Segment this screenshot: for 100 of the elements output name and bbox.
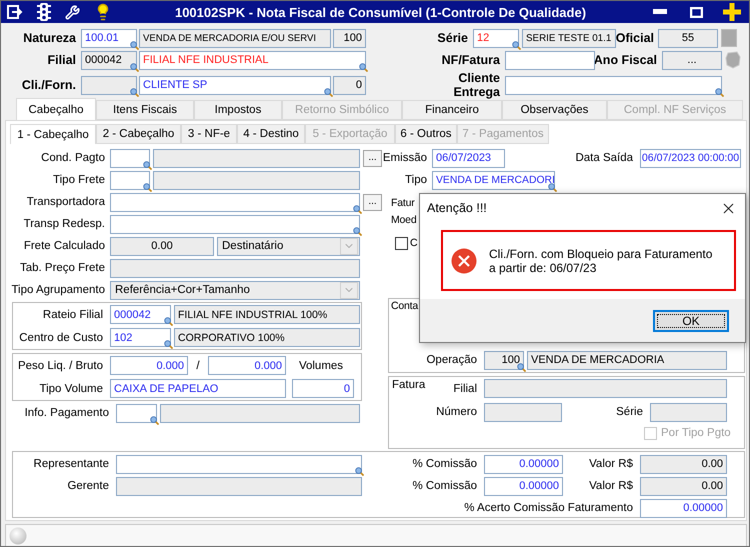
text-field[interactable]: VENDA DE MERCADORI bbox=[432, 170, 555, 190]
magnifier-icon[interactable] bbox=[355, 466, 364, 476]
text-field[interactable] bbox=[110, 258, 360, 278]
magnifier-icon[interactable] bbox=[143, 182, 152, 192]
text-field[interactable]: 0.00 bbox=[110, 236, 214, 256]
text-field[interactable]: CAIXA DE PAPELAO bbox=[110, 379, 286, 398]
field-label: Moed bbox=[391, 214, 416, 226]
text-field[interactable]: CLIENTE SP bbox=[139, 76, 331, 94]
magnifier-icon[interactable] bbox=[353, 204, 362, 214]
field-label: Representante bbox=[34, 458, 109, 470]
magnifier-icon[interactable] bbox=[130, 40, 139, 50]
tab[interactable]: Financeiro bbox=[402, 100, 502, 120]
text-field[interactable]: 0.00 bbox=[640, 476, 727, 496]
magnifier-icon[interactable] bbox=[130, 88, 139, 96]
group-title: Fatura bbox=[392, 379, 426, 391]
text-field[interactable] bbox=[110, 192, 360, 212]
field-label: % Comissão bbox=[412, 480, 477, 492]
field-label: Tipo Volume bbox=[40, 382, 103, 394]
text-field[interactable] bbox=[153, 170, 360, 190]
tab[interactable]: Itens Fiscais bbox=[96, 100, 194, 120]
text-field[interactable]: 000042 bbox=[110, 305, 171, 324]
checkbox[interactable] bbox=[395, 236, 408, 250]
text-field[interactable] bbox=[153, 148, 360, 168]
magnifier-icon[interactable] bbox=[512, 40, 521, 50]
text-field[interactable] bbox=[484, 379, 727, 398]
text-field[interactable]: 100 bbox=[333, 28, 366, 48]
text-field[interactable] bbox=[110, 170, 150, 190]
window-title: 100102SPK - Nota Fiscal de Consumível (1-Controle De Qualidade) bbox=[174, 4, 588, 20]
field-label: % Acerto Comissão Faturamento bbox=[464, 502, 633, 514]
text-field[interactable] bbox=[110, 214, 360, 234]
text-field[interactable] bbox=[116, 454, 362, 474]
text-field[interactable]: 0.000 bbox=[110, 356, 188, 375]
text-field[interactable]: FILIAL NFE INDUSTRIAL bbox=[139, 50, 366, 70]
field-label: / bbox=[196, 360, 200, 372]
text-field[interactable]: 0.000 bbox=[208, 356, 286, 375]
field-label: Ano Fiscal bbox=[594, 53, 657, 67]
box-arrow-icon[interactable] bbox=[7, 4, 23, 20]
magnifier-icon[interactable] bbox=[143, 160, 152, 170]
tab[interactable]: 2 - Cabeçalho bbox=[96, 124, 181, 144]
text-field[interactable]: 0.00000 bbox=[484, 476, 563, 496]
magnifier-icon[interactable] bbox=[517, 362, 526, 372]
text-field[interactable]: 0.00 bbox=[640, 454, 727, 474]
plus-button[interactable] bbox=[721, 3, 743, 21]
text-field[interactable] bbox=[110, 148, 150, 168]
magnifier-icon[interactable] bbox=[150, 416, 159, 424]
field-label: Natureza bbox=[23, 31, 76, 45]
checkbox-label: Por Tipo Pgto bbox=[661, 427, 731, 439]
text-field[interactable]: VENDA DE MERCADORIA bbox=[527, 350, 727, 370]
text-field[interactable]: 100 bbox=[484, 350, 524, 370]
text-field[interactable] bbox=[650, 402, 727, 422]
ellipsis-button[interactable]: ... bbox=[363, 194, 382, 210]
tab[interactable]: 6 - Outros bbox=[395, 124, 457, 144]
magnifier-icon[interactable] bbox=[715, 88, 724, 96]
ellipsis-button[interactable]: ... bbox=[363, 150, 382, 166]
text-field[interactable]: CORPORATIVO 100% bbox=[174, 328, 360, 347]
text-field[interactable] bbox=[160, 404, 360, 422]
magnifier-icon[interactable] bbox=[353, 226, 362, 236]
text-field[interactable]: 0 bbox=[333, 76, 366, 94]
text-field[interactable]: 102 bbox=[110, 328, 171, 347]
ok-button[interactable]: OK bbox=[653, 310, 729, 332]
text-field[interactable]: FILIAL NFE INDUSTRIAL 100% bbox=[174, 305, 360, 324]
text-field[interactable] bbox=[81, 76, 137, 94]
text-field[interactable]: 55 bbox=[658, 28, 718, 48]
text-field[interactable]: 100.01 bbox=[81, 28, 137, 48]
text-field[interactable]: SERIE TESTE 01.1 bbox=[522, 28, 616, 48]
text-field[interactable] bbox=[116, 476, 362, 496]
error-icon bbox=[451, 248, 477, 274]
traffic-light-icon[interactable] bbox=[37, 3, 51, 21]
field-label: Série bbox=[437, 31, 468, 45]
tab[interactable]: Observações bbox=[502, 100, 607, 120]
text-field[interactable]: 0.00000 bbox=[640, 498, 727, 518]
magnifier-icon[interactable] bbox=[548, 182, 557, 192]
tab[interactable]: 3 - NF-e bbox=[181, 124, 237, 144]
text-field[interactable]: 06/07/2023 bbox=[432, 148, 505, 168]
maximize-icon bbox=[690, 6, 702, 18]
text-field[interactable] bbox=[505, 50, 595, 70]
text-field[interactable]: 000042 bbox=[81, 50, 137, 70]
magnifier-icon[interactable] bbox=[164, 317, 173, 326]
dialog-title: Atenção !!! bbox=[427, 201, 487, 215]
magnifier-icon[interactable] bbox=[164, 340, 173, 349]
wrench-icon[interactable] bbox=[65, 4, 80, 20]
text-field[interactable]: 0 bbox=[292, 379, 354, 398]
tab[interactable]: Cabeçalho bbox=[16, 98, 96, 120]
text-field[interactable] bbox=[484, 402, 562, 422]
text-field[interactable]: 0.00000 bbox=[484, 454, 563, 474]
tab[interactable]: Impostos bbox=[194, 100, 282, 120]
text-field[interactable]: VENDA DE MERCADORIA E/OU SERVI bbox=[139, 28, 331, 48]
field-label: Tipo Agrupamento bbox=[11, 284, 105, 296]
magnifier-icon[interactable] bbox=[130, 62, 139, 72]
minimize-icon bbox=[653, 9, 667, 15]
text-field[interactable] bbox=[116, 404, 157, 422]
text-field[interactable]: 06/07/2023 00:00:00 bbox=[640, 148, 741, 168]
tab[interactable]: 1 - Cabeçalho bbox=[10, 124, 96, 144]
tab[interactable]: 4 - Destino bbox=[237, 124, 305, 144]
text-field[interactable] bbox=[505, 76, 722, 94]
magnifier-icon[interactable] bbox=[359, 62, 368, 72]
field-label: Cond. Pagto bbox=[41, 152, 105, 164]
text-field[interactable]: 12 bbox=[473, 28, 519, 48]
magnifier-icon[interactable] bbox=[324, 88, 333, 96]
text-field[interactable]: ... bbox=[662, 50, 722, 70]
